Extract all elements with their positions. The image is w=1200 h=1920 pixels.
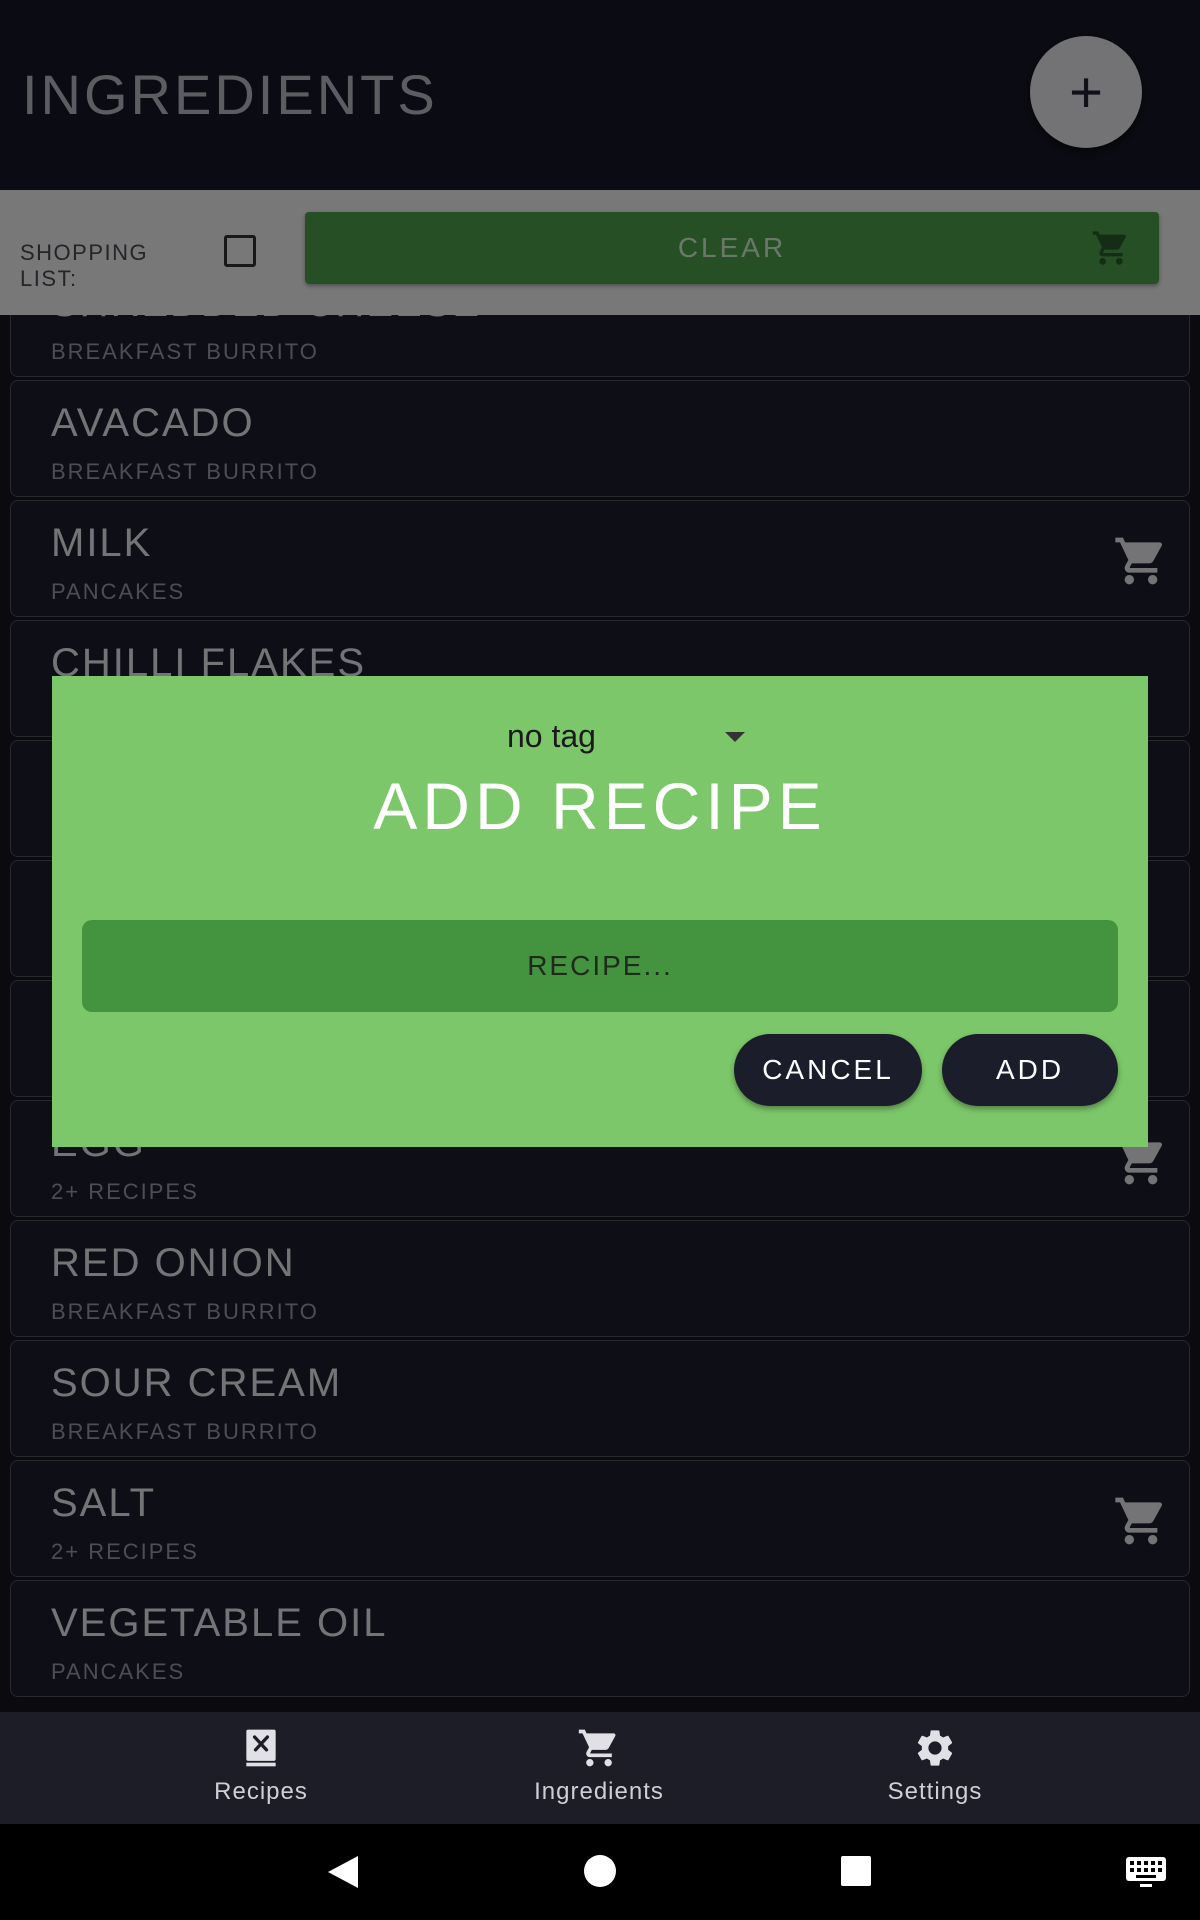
cart-icon: [578, 1729, 616, 1767]
nav-item-settings[interactable]: Settings: [825, 1726, 1045, 1816]
add-recipe-dialog: no tag ADD RECIPE CANCEL ADD: [52, 676, 1148, 1147]
ingredients-screen: INGREDIENTS + SHOPPING LIST: CLEAR SHRED…: [0, 0, 1200, 1920]
tag-dropdown-value: no tag: [507, 718, 596, 754]
keyboard-icon[interactable]: [1126, 1857, 1166, 1887]
cancel-button[interactable]: CANCEL: [734, 1034, 922, 1106]
nav-label: Ingredients: [534, 1778, 664, 1805]
recents-icon[interactable]: [841, 1856, 871, 1886]
nav-item-ingredients[interactable]: Ingredients: [489, 1726, 709, 1816]
recipe-book-icon: [246, 1729, 276, 1767]
nav-item-recipes[interactable]: Recipes: [151, 1726, 371, 1816]
dialog-title: ADD RECIPE: [373, 769, 827, 843]
nav-label: Settings: [887, 1778, 983, 1805]
recipe-name-input[interactable]: [82, 920, 1118, 1012]
nav-label: Recipes: [214, 1778, 308, 1805]
bottom-navigation: Recipes Ingredients Settings: [0, 1712, 1200, 1824]
gear-icon: [917, 1730, 953, 1766]
system-nav-bar: [0, 1824, 1200, 1920]
dropdown-arrow-icon: [725, 732, 745, 742]
home-icon[interactable]: [583, 1854, 617, 1888]
back-icon[interactable]: [326, 1854, 360, 1890]
tag-dropdown[interactable]: no tag: [507, 712, 757, 762]
add-button[interactable]: ADD: [942, 1034, 1118, 1106]
